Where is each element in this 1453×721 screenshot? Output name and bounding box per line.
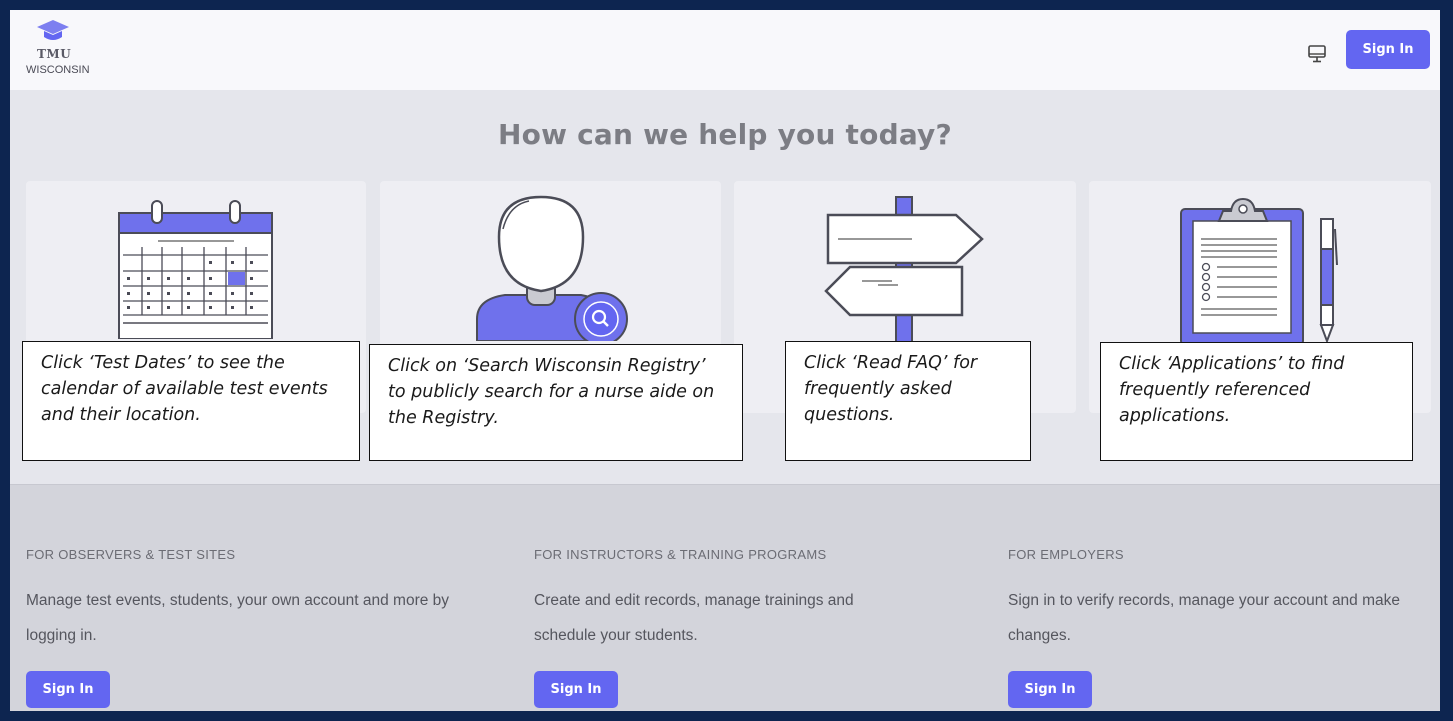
search-registry-callout: Click on ‘Search Wisconsin Registry’ to …: [369, 344, 743, 461]
logo-text-tmu: TMU: [37, 47, 72, 61]
page-heading: How can we help you today?: [498, 118, 952, 151]
monitor-icon[interactable]: [1306, 43, 1328, 65]
clipboard-icon: [1180, 197, 1338, 345]
test-dates-callout: Click ‘Test Dates’ to see the calendar o…: [22, 341, 360, 461]
person-search-icon: [476, 195, 628, 341]
section-description: Manage test events, students, your own a…: [26, 592, 450, 644]
top-header: TMU WISCONSIN Sign In: [10, 10, 1440, 90]
employers-sign-in-button[interactable]: Sign In: [1008, 671, 1092, 708]
read-faq-callout: Click ‘Read FAQ’ for frequently asked qu…: [785, 341, 1031, 461]
graduation-cap-icon: [37, 20, 69, 40]
tmu-logo[interactable]: TMU WISCONSIN: [26, 18, 106, 80]
section-description: Sign in to verify records, manage your a…: [1008, 592, 1401, 644]
logo-text-wisconsin: WISCONSIN: [26, 64, 90, 76]
section-title: FOR OBSERVERS & TEST SITES: [26, 547, 236, 562]
signpost-icon: [824, 196, 984, 343]
sign-in-sections: FOR OBSERVERS & TEST SITES Manage test e…: [10, 484, 1440, 711]
section-title: FOR INSTRUCTORS & TRAINING PROGRAMS: [534, 547, 827, 562]
page-frame: TMU WISCONSIN Sign In How can we help yo…: [10, 10, 1440, 711]
applications-callout: Click ‘Applications’ to find frequently …: [1100, 342, 1413, 461]
section-title: FOR EMPLOYERS: [1008, 547, 1124, 562]
section-description: Create and edit records, manage training…: [534, 592, 854, 644]
observers-sign-in-button[interactable]: Sign In: [26, 671, 110, 708]
header-sign-in-button[interactable]: Sign In: [1346, 30, 1430, 69]
calendar-icon: [118, 200, 273, 339]
instructors-sign-in-button[interactable]: Sign In: [534, 671, 618, 708]
